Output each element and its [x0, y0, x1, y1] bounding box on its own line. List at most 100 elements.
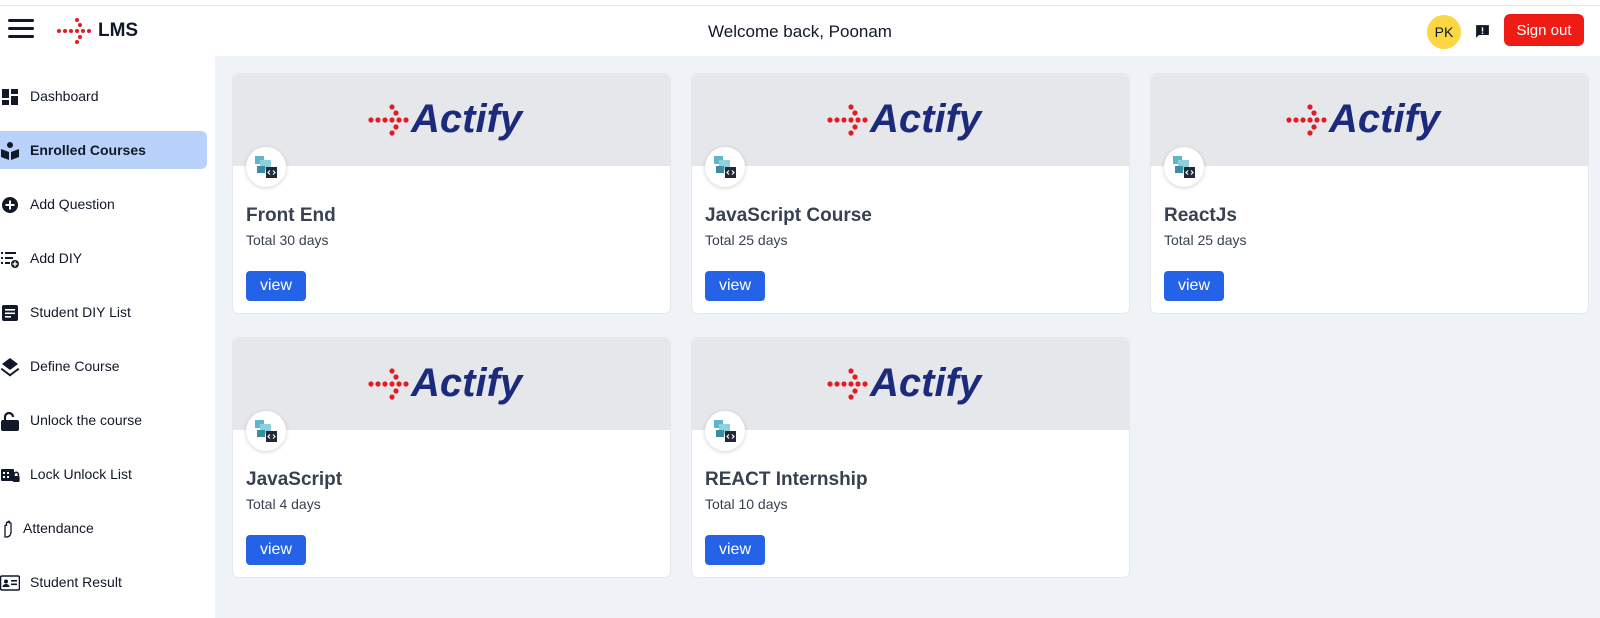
course-code-icon — [246, 411, 286, 451]
dashboard-icon — [2, 89, 18, 105]
logo-dot — [392, 110, 399, 116]
logo-wordmark: Actify — [869, 362, 983, 405]
course-banner: Actify — [233, 74, 670, 166]
logo-dot — [388, 368, 395, 374]
sidebar-item-dashboard[interactable]: Dashboard — [0, 77, 207, 115]
course-card[interactable]: Actify ReactJs Total 25 days view — [1150, 73, 1589, 314]
logo-dot — [367, 117, 374, 123]
logo-dot — [1320, 117, 1327, 123]
sidebar-item-label: Student Result — [30, 574, 122, 590]
course-code-icon — [705, 411, 745, 451]
course-card[interactable]: Actify Front End Total 30 days view — [232, 73, 671, 314]
logo-dot — [1306, 104, 1313, 110]
playlist-add-icon — [1, 252, 19, 268]
logo-dot — [847, 368, 854, 374]
course-banner: Actify — [233, 338, 670, 430]
logo-dot — [840, 117, 847, 123]
sidebar-item-lock-unlock-list[interactable]: Lock Unlock List — [0, 455, 207, 493]
logo-dot — [374, 381, 381, 387]
sidebar-item-add-question[interactable]: Add Question — [0, 185, 207, 223]
logo-dot — [840, 381, 847, 387]
course-code-icon — [705, 147, 745, 187]
logo-wordmark: Actify — [1328, 98, 1442, 141]
logo-dot — [1292, 117, 1299, 123]
course-card[interactable]: Actify JavaScript Course Total 25 days v… — [691, 73, 1130, 314]
feedback-icon[interactable] — [1474, 23, 1491, 40]
sidebar-item-student-diy-list[interactable]: Student DIY List — [0, 293, 207, 331]
logo-wordmark: Actify — [410, 98, 524, 141]
sign-out-button[interactable]: Sign out — [1504, 14, 1584, 46]
sidebar-item-enrolled-courses[interactable]: Enrolled Courses — [0, 131, 207, 169]
logo-dot — [402, 381, 409, 387]
actify-logo: Actify — [1285, 98, 1442, 141]
sidebar: Dashboard Enrolled Courses Add Question … — [0, 56, 215, 618]
logo-dot — [381, 117, 388, 123]
logo-dot — [833, 117, 840, 123]
unlock-icon — [1, 411, 19, 431]
course-banner: Actify — [692, 338, 1129, 430]
logo-dot — [854, 117, 861, 123]
actify-logo: Actify — [367, 362, 523, 405]
avatar[interactable]: PK — [1427, 15, 1461, 49]
view-course-button[interactable]: view — [705, 535, 765, 565]
sidebar-item-label: Lock Unlock List — [30, 466, 132, 482]
view-course-button[interactable]: view — [246, 535, 306, 565]
course-duration: Total 25 days — [705, 232, 788, 248]
logo-dot — [861, 117, 868, 123]
logo-dot — [847, 117, 854, 123]
logo-dot — [1299, 117, 1306, 123]
grid-lock-icon — [1, 469, 20, 482]
logo-dot — [847, 381, 854, 387]
reader-book-icon — [1, 142, 19, 160]
logo-dot — [1310, 124, 1317, 130]
sidebar-item-label: Dashboard — [30, 88, 99, 104]
sidebar-item-unlock-course[interactable]: Unlock the course — [0, 401, 207, 439]
view-course-button[interactable]: view — [1164, 271, 1224, 301]
logo-dot — [1306, 117, 1313, 123]
logo-dot — [388, 394, 395, 400]
id-card-icon — [0, 575, 20, 591]
sidebar-item-label: Define Course — [30, 358, 120, 374]
view-course-button[interactable]: view — [246, 271, 306, 301]
sidebar-item-attendance[interactable]: Attendance — [0, 509, 207, 547]
logo-dot — [388, 104, 395, 110]
sidebar-item-label: Add Question — [30, 196, 115, 212]
course-grid: Actify Front End Total 30 days view Acti… — [215, 56, 1600, 618]
logo-dot — [851, 110, 858, 116]
actify-logo: Actify — [367, 98, 524, 141]
layers-icon — [0, 358, 20, 377]
logo-dot — [851, 124, 858, 130]
logo-dot — [826, 381, 833, 387]
course-card[interactable]: Actify JavaScript Total 4 days view — [232, 337, 671, 578]
course-code-icon — [1164, 147, 1204, 187]
sidebar-item-label: Add DIY — [30, 250, 83, 266]
sidebar-item-label: Enrolled Courses — [30, 142, 146, 158]
course-code-icon — [246, 147, 286, 187]
sidebar-item-define-course[interactable]: Define Course — [0, 347, 207, 385]
add-circle-icon — [2, 197, 18, 213]
sidebar-item-add-diy[interactable]: Add DIY — [0, 239, 207, 277]
logo-dot — [854, 381, 861, 387]
view-course-button[interactable]: view — [705, 271, 765, 301]
course-title: JavaScript — [246, 469, 343, 490]
course-duration: Total 10 days — [705, 496, 788, 512]
course-card[interactable]: Actify REACT Internship Total 10 days vi… — [691, 337, 1130, 578]
actify-logo: Actify — [826, 98, 982, 141]
logo-dot — [847, 130, 854, 136]
sidebar-item-student-result[interactable]: Student Result — [0, 563, 207, 601]
course-title: Front End — [246, 205, 336, 226]
top-bar: LMS Welcome back, Poonam PK Sign out — [0, 6, 1600, 56]
sidebar-item-label: Unlock the course — [30, 412, 143, 428]
logo-dot — [395, 117, 402, 123]
logo-dot — [861, 381, 868, 387]
course-title: REACT Internship — [705, 469, 868, 490]
course-banner: Actify — [692, 74, 1129, 166]
logo-dot — [395, 381, 402, 387]
logo-dot — [1306, 130, 1313, 136]
actify-logo: Actify — [826, 362, 983, 405]
logo-dot — [374, 117, 381, 123]
course-duration: Total 25 days — [1164, 232, 1247, 248]
hand-icon — [4, 520, 12, 538]
sidebar-item-label: Attendance — [23, 520, 94, 536]
course-title: ReactJs — [1164, 205, 1237, 226]
